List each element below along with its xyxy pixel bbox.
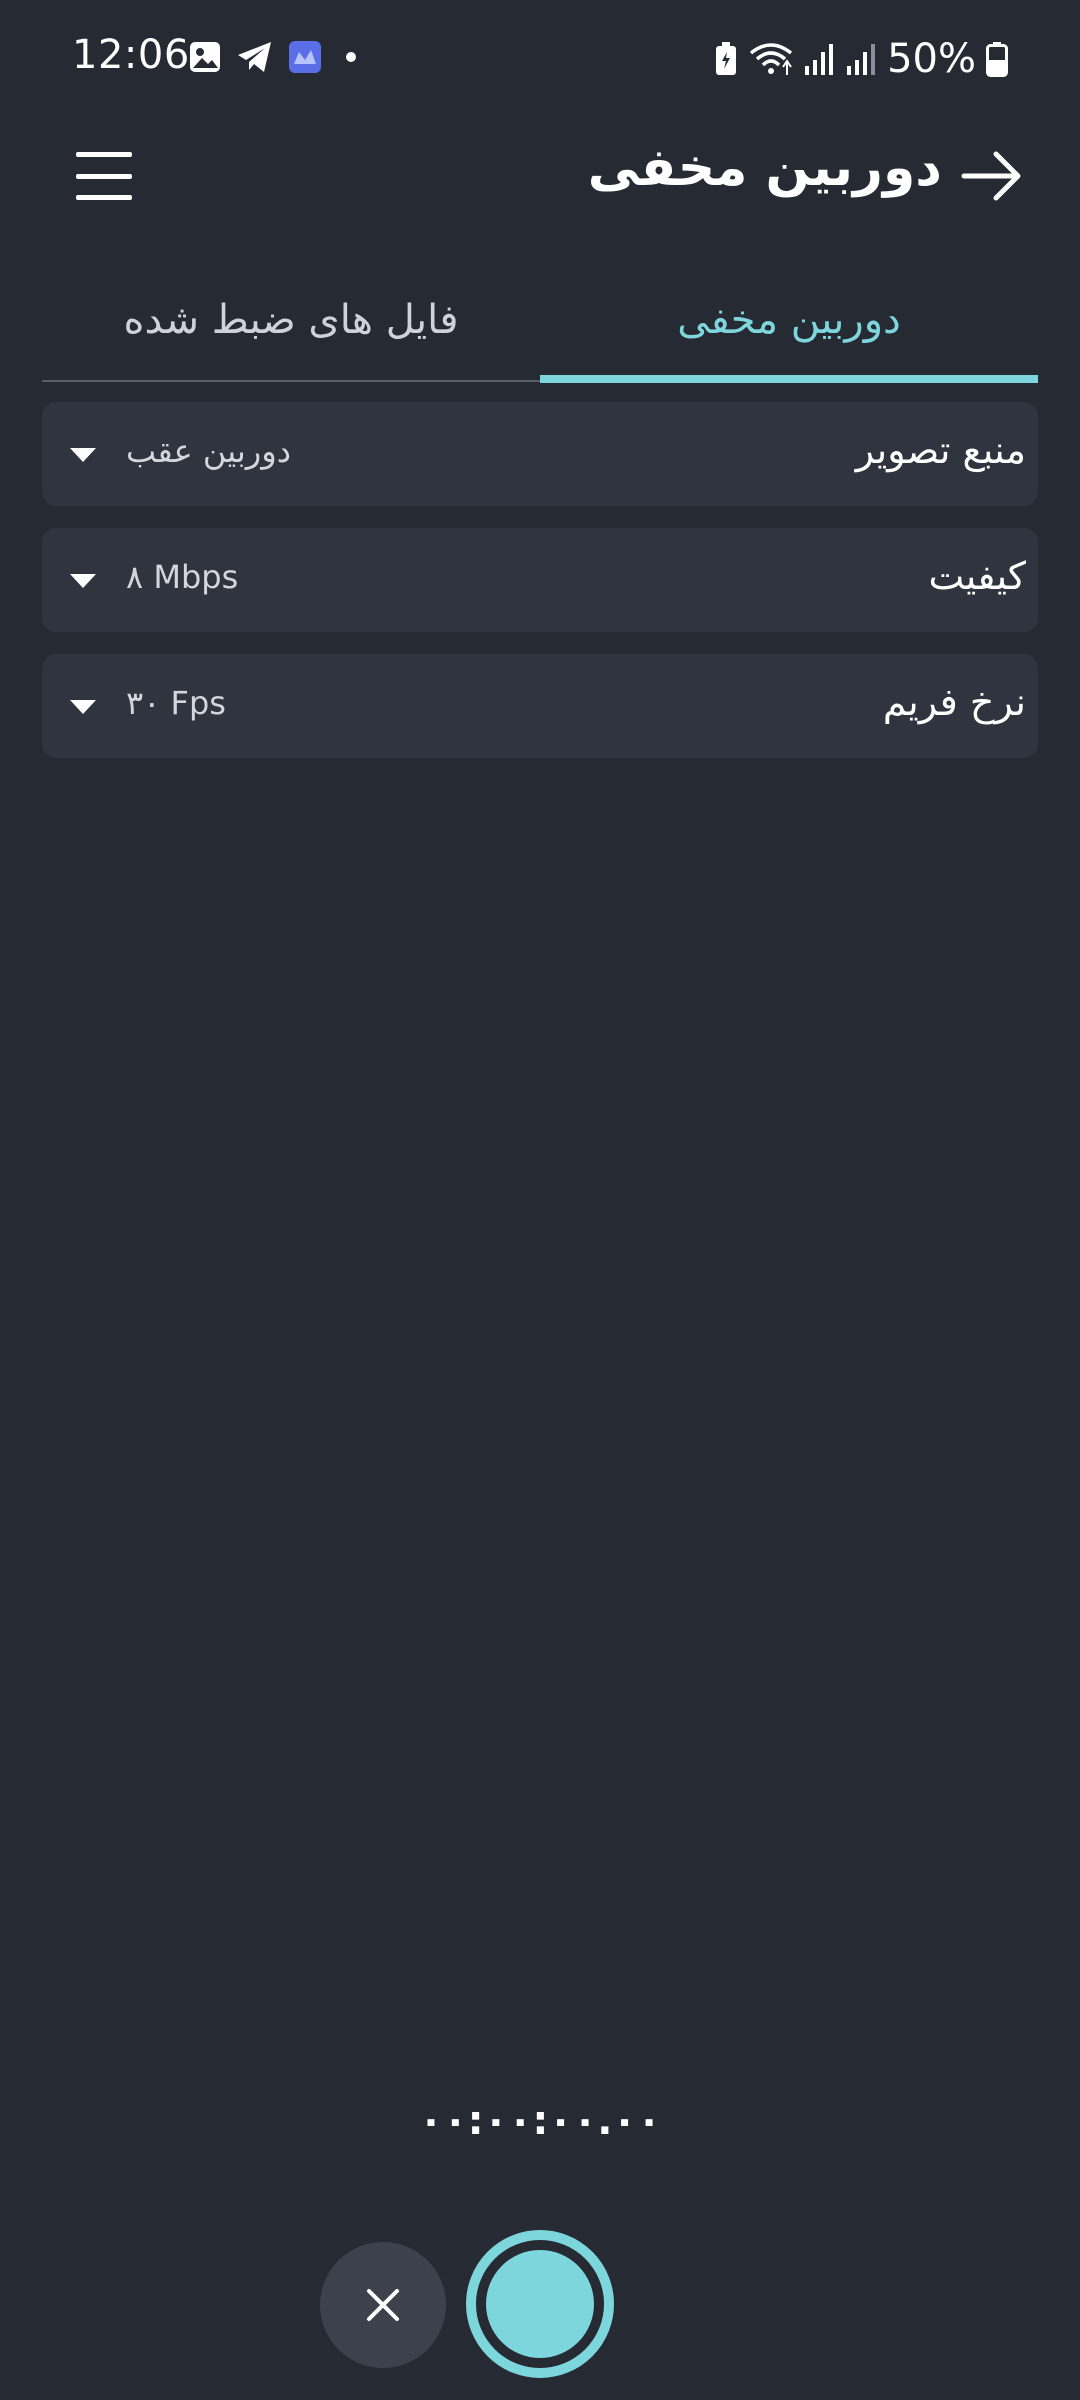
status-time: 12:06	[72, 32, 190, 78]
status-bar: 12:06 50%	[0, 0, 1080, 120]
tab-bar: دوربین مخفی فایل های ضبط شده	[42, 260, 1038, 383]
setting-label: منبع تصویر	[855, 428, 1026, 472]
signal-icon	[805, 44, 834, 75]
hamburger-menu-icon[interactable]	[76, 152, 132, 200]
signal-icon-2	[847, 44, 876, 75]
quality-dropdown[interactable]: کیفیت ۸ Mbps	[42, 528, 1038, 632]
app-icon	[289, 41, 321, 73]
menu-line	[76, 173, 132, 179]
app-header: دوربین مخفی	[0, 120, 1080, 230]
notification-dot	[346, 52, 356, 62]
close-icon	[367, 2289, 399, 2321]
cancel-button[interactable]	[320, 2242, 446, 2368]
setting-value: دوربین عقب	[126, 432, 291, 470]
gallery-icon	[190, 42, 220, 72]
tab-hidden-camera[interactable]: دوربین مخفی	[540, 260, 1038, 383]
setting-label: نرخ فریم	[882, 680, 1026, 724]
chevron-down-icon	[70, 574, 96, 588]
page-title: دوربین مخفی	[587, 138, 942, 198]
telegram-icon	[238, 42, 271, 72]
recording-timer: ۰۰:۰۰:۰۰.۰۰	[418, 2098, 662, 2144]
chevron-down-icon	[70, 448, 96, 462]
frame-rate-dropdown[interactable]: نرخ فریم ۳۰ Fps	[42, 654, 1038, 758]
status-icons-right: 50%	[713, 36, 1008, 82]
tab-recorded-files[interactable]: فایل های ضبط شده	[42, 260, 540, 380]
record-button[interactable]	[466, 2230, 614, 2378]
settings-list: منبع تصویر دوربین عقب کیفیت ۸ Mbps نرخ ف…	[42, 402, 1038, 780]
battery-icon	[986, 42, 1008, 77]
chevron-down-icon	[70, 700, 96, 714]
record-icon	[486, 2250, 594, 2358]
menu-line	[76, 195, 132, 200]
setting-value: ۳۰ Fps	[126, 684, 226, 722]
battery-percent: 50%	[887, 36, 976, 82]
battery-saver-icon	[716, 42, 737, 75]
menu-line	[76, 152, 132, 157]
arrow-right-icon[interactable]	[960, 146, 1024, 206]
image-source-dropdown[interactable]: منبع تصویر دوربین عقب	[42, 402, 1038, 506]
setting-label: کیفیت	[928, 554, 1026, 598]
wifi-icon	[750, 43, 793, 75]
status-icons-left	[188, 40, 356, 74]
setting-value: ۸ Mbps	[126, 558, 239, 596]
